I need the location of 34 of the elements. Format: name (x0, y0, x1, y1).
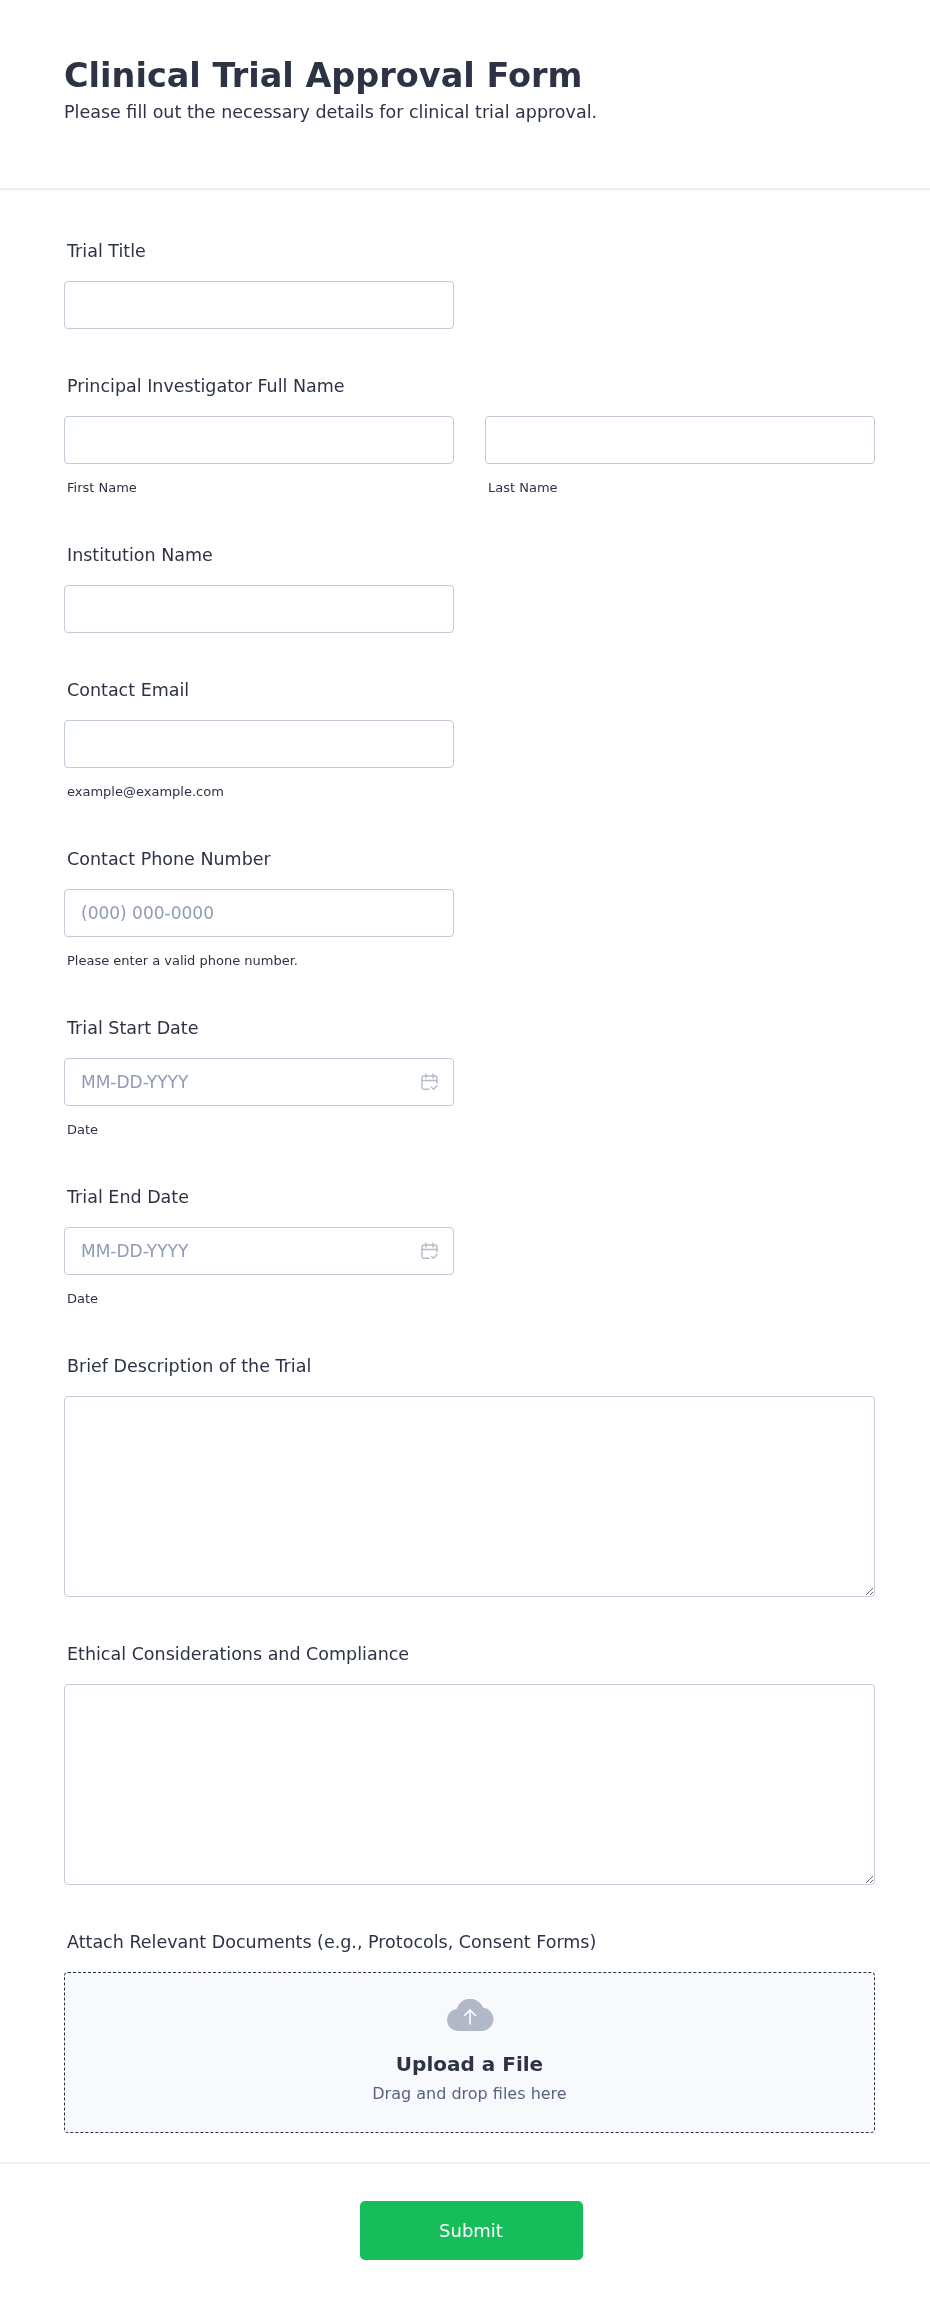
field-label: Institution Name (67, 544, 213, 567)
cloud-upload-icon (445, 1999, 494, 2031)
field-label: Trial Title (67, 240, 146, 263)
field-label: Brief Description of the Trial (67, 1355, 312, 1378)
field-label: Contact Phone Number (67, 848, 271, 871)
text-input[interactable] (64, 585, 454, 633)
field-label: Trial Start Date (67, 1017, 199, 1040)
field-label: Principal Investigator Full Name (67, 375, 345, 398)
text-area[interactable] (64, 1684, 875, 1885)
date-input[interactable]: MM-DD-YYYY (64, 1058, 454, 1106)
text-area[interactable] (64, 1396, 875, 1597)
field-sublabel: First Name (67, 479, 137, 497)
upload-hint: Drag and drop files here (372, 2083, 567, 2105)
upload-title: Upload a File (395, 2051, 544, 2077)
file-dropzone[interactable]: Upload a File Drag and drop files here (64, 1972, 875, 2133)
text-input[interactable] (64, 281, 454, 329)
form-title: Clinical Trial Approval Form (64, 55, 583, 97)
text-input[interactable]: (000) 000-0000 (64, 889, 454, 937)
text-input[interactable] (64, 416, 454, 464)
field-sublabel: Last Name (488, 479, 558, 497)
field-sublabel: example@example.com (67, 783, 224, 801)
form-description: Please fill out the necessary details for clinical trial approval. (64, 101, 598, 124)
text-input[interactable] (485, 416, 875, 464)
field-label: Ethical Considerations and Compliance (67, 1643, 410, 1666)
date-input[interactable]: MM-DD-YYYY (64, 1227, 454, 1275)
field-label: Attach Relevant Documents (e.g., Protocols, Consent Forms) (67, 1931, 597, 1954)
field-sublabel: Date (67, 1121, 99, 1139)
field-label: Contact Email (67, 679, 190, 702)
calendar-icon[interactable] (421, 1242, 438, 1260)
field-label: Trial End Date (67, 1186, 189, 1209)
calendar-icon[interactable] (421, 1073, 438, 1091)
field-sublabel: Date (67, 1290, 99, 1308)
field-sublabel: Please enter a valid phone number. (67, 952, 298, 970)
text-input[interactable] (64, 720, 454, 768)
